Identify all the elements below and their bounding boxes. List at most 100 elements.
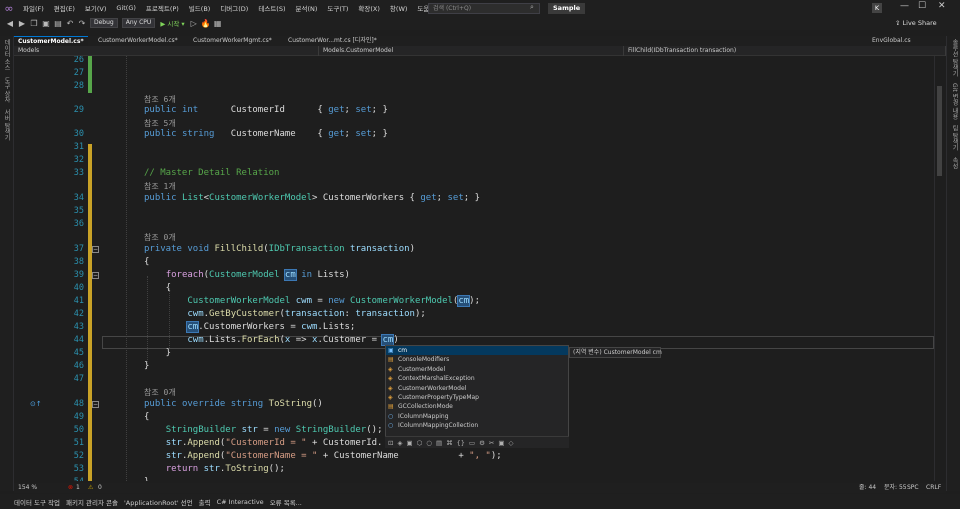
tab-customerworkermgmt-designer[interactable]: CustomerWor...mt.cs [디자인]* xyxy=(284,36,381,46)
class-dropdown[interactable]: Models.CustomerModel xyxy=(319,46,624,56)
minimize-icon[interactable]: — xyxy=(900,1,909,11)
completion-item[interactable]: ○ IColumnMappingCollection xyxy=(386,421,568,430)
line-number: 33 xyxy=(73,168,84,178)
project-dropdown[interactable]: Models xyxy=(14,46,319,56)
hot-reload-icon[interactable]: 🔥 xyxy=(200,19,212,28)
live-share-button[interactable]: ⇪ Live Share xyxy=(895,19,937,27)
collapse-icon[interactable]: − xyxy=(92,272,99,279)
filter-all-icon[interactable]: ⊡ xyxy=(388,439,393,447)
filter-field-icon[interactable]: ▣ xyxy=(406,439,412,447)
filter-namespace-icon[interactable]: {} xyxy=(457,439,465,447)
rail-toolbox[interactable]: 도구 상자 xyxy=(2,77,11,103)
forward-icon[interactable]: ▶ xyxy=(16,19,28,28)
completion-item[interactable]: ▤ GCCollectionMode xyxy=(386,402,568,411)
collapse-icon[interactable]: − xyxy=(92,246,99,253)
filter-method-icon[interactable]: ⬡ xyxy=(417,439,423,447)
menu-project[interactable]: 프로젝트(P) xyxy=(141,3,184,13)
toolbar-misc-icon[interactable]: ▦ xyxy=(212,19,224,28)
completion-item[interactable]: ◈ CustomerModel xyxy=(386,365,568,374)
menu-window[interactable]: 창(W) xyxy=(385,3,412,13)
maximize-icon[interactable]: ☐ xyxy=(918,1,926,11)
member-dropdown[interactable]: FillChild(IDbTransaction transaction) xyxy=(624,46,946,56)
menu-extensions[interactable]: 확장(X) xyxy=(353,3,385,13)
menu-test[interactable]: 테스트(S) xyxy=(253,3,290,13)
start-button[interactable]: ▶ 시작 ▾ xyxy=(157,18,187,28)
left-tool-rail: 데이터 소스 도구 상자 서버 탐색기 xyxy=(0,36,14,491)
completion-label: GCCollectionMode xyxy=(398,403,453,411)
filter-interface-icon[interactable]: ○ xyxy=(426,439,432,447)
completion-label: CustomerModel xyxy=(398,365,446,373)
warning-count[interactable]: 0 xyxy=(98,483,102,493)
undo-icon[interactable]: ↶ xyxy=(64,19,76,28)
configuration-dropdown[interactable]: Debug xyxy=(90,18,118,28)
filter-local-icon[interactable]: ▣ xyxy=(498,439,504,447)
menu-analyze[interactable]: 분석(N) xyxy=(291,3,323,13)
tab-output[interactable]: 출력 xyxy=(199,497,211,507)
filter-struct-icon[interactable]: ◇ xyxy=(509,439,514,447)
filter-enum-icon[interactable]: ▤ xyxy=(436,439,442,447)
close-icon[interactable]: ✕ xyxy=(938,1,946,11)
tab-data-tools[interactable]: 데이터 도구 작업 xyxy=(14,497,60,507)
completion-item[interactable]: ◈ ContextMarshalException xyxy=(386,374,568,383)
completion-item[interactable]: ◈ CustomerWorkerModel xyxy=(386,384,568,393)
filter-keyword-icon[interactable]: ▭ xyxy=(469,439,475,447)
menu-debug[interactable]: 디버그(D) xyxy=(215,3,253,13)
code-line-33: // Master Detail Relation xyxy=(144,168,280,178)
back-icon[interactable]: ◀ xyxy=(4,19,16,28)
error-count[interactable]: 1 xyxy=(76,483,80,493)
filter-delegate-icon[interactable]: ⌘ xyxy=(446,439,453,447)
menu-file[interactable]: 파일(F) xyxy=(18,3,49,13)
filter-class-icon[interactable]: ◈ xyxy=(397,439,402,447)
menu-view[interactable]: 보기(V) xyxy=(80,3,111,13)
line-number: 44 xyxy=(73,335,84,345)
code-line-41: CustomerWorkerModel cwm = new CustomerWo… xyxy=(187,295,481,307)
rail-server-explorer[interactable]: 서버 탐색기 xyxy=(2,109,11,141)
filter-extension-icon[interactable]: ⚙ xyxy=(479,439,485,447)
tab-package-manager-console[interactable]: 패키지 관리자 콘솔 xyxy=(66,497,118,507)
redo-icon[interactable]: ↷ xyxy=(76,19,88,28)
line-number: 39 xyxy=(73,270,84,280)
override-indicator-icon[interactable]: ⊙↑ xyxy=(30,400,42,408)
completion-item[interactable]: ▣ cm xyxy=(386,346,568,356)
zoom-level[interactable]: 154 % xyxy=(18,483,37,493)
tab-error-list[interactable]: 오류 목록... xyxy=(270,497,302,507)
menu-edit[interactable]: 편집(E) xyxy=(49,3,80,13)
whitespace-indicator[interactable]: SPC xyxy=(907,483,919,493)
menu-git[interactable]: Git(G) xyxy=(111,4,141,12)
new-file-icon[interactable]: ❐ xyxy=(28,19,40,28)
tab-customerworkermodel[interactable]: CustomerWorkerModel.cs* xyxy=(94,36,182,46)
rail-solution-explorer[interactable]: 솔루션 탐색기 xyxy=(950,39,959,77)
tab-customerworkermgmt[interactable]: CustomerWorkerMgmt.cs* xyxy=(189,36,276,46)
tab-csharp-interactive[interactable]: C# Interactive xyxy=(217,498,264,506)
avatar[interactable]: K xyxy=(872,3,882,13)
completion-item[interactable]: ○ IColumnMapping xyxy=(386,412,568,421)
tab-customermodel[interactable]: CustomerModel.cs* xyxy=(14,36,88,46)
line-number: 28 xyxy=(73,81,84,91)
save-icon[interactable]: ▣ xyxy=(40,19,52,28)
rail-team-explorer[interactable]: 팀 탐색기 xyxy=(950,125,959,151)
menu-tools[interactable]: 도구(T) xyxy=(322,3,353,13)
tab-declaration[interactable]: 'ApplicationRoot' 선언 xyxy=(124,497,193,507)
completion-item[interactable]: ◈ CustomerPropertyTypeMap xyxy=(386,393,568,402)
rail-data-sources[interactable]: 데이터 소스 xyxy=(2,39,11,71)
line-ending-indicator[interactable]: CRLF xyxy=(926,483,941,493)
line-number: 27 xyxy=(73,68,84,78)
platform-dropdown[interactable]: Any CPU xyxy=(121,18,156,28)
intellisense-popup[interactable]: ▣ cm ▤ ConsoleModifiers ◈ CustomerModel ◈ Co… xyxy=(385,345,569,448)
rail-git-changes[interactable]: Git 변경 내용 xyxy=(950,83,959,119)
rail-properties[interactable]: 속성 xyxy=(950,157,959,169)
vertical-scrollbar[interactable] xyxy=(934,56,944,481)
completion-label: cm xyxy=(398,347,408,354)
save-all-icon[interactable]: ▤ xyxy=(52,19,64,28)
collapse-icon[interactable]: − xyxy=(92,401,99,408)
tab-envglobal[interactable]: EnvGlobal.cs xyxy=(872,36,911,46)
scroll-thumb[interactable] xyxy=(937,86,942,176)
code-line-38: { xyxy=(144,257,150,267)
search-icon[interactable]: ⌕ xyxy=(530,3,534,12)
class-icon: ◈ xyxy=(388,365,393,373)
filter-snippet-icon[interactable]: ✂ xyxy=(489,439,494,447)
search-input[interactable]: 검색 (Ctrl+Q) xyxy=(428,3,540,14)
completion-item[interactable]: ▤ ConsoleModifiers xyxy=(386,355,568,364)
run-without-debug-icon[interactable]: ▷ xyxy=(188,19,200,28)
menu-build[interactable]: 빌드(B) xyxy=(184,3,216,13)
